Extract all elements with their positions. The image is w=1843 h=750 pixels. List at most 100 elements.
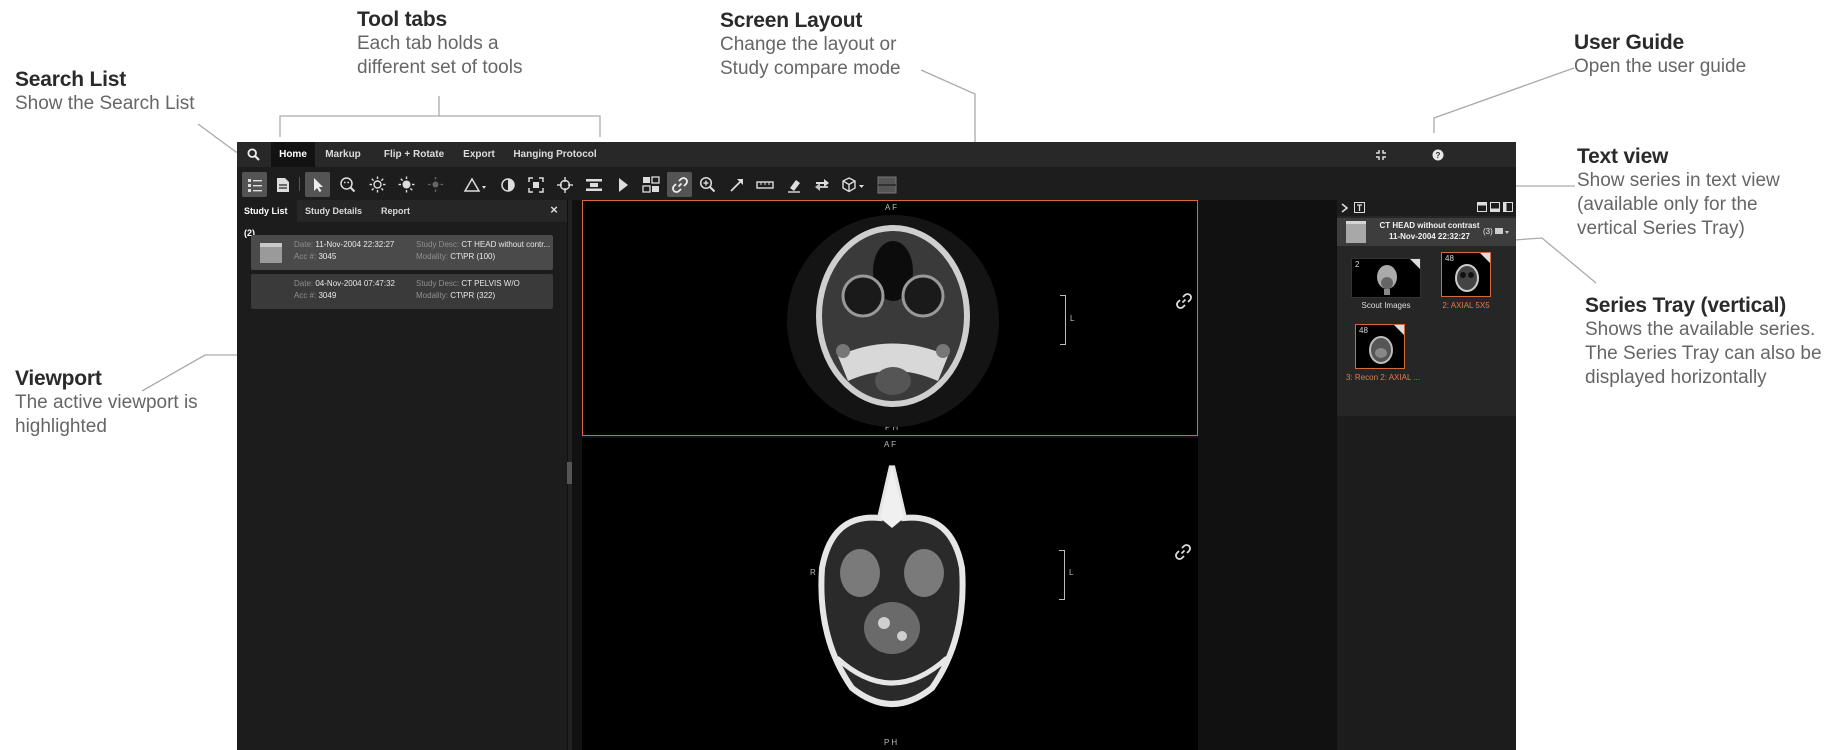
tab-home[interactable]: Home (271, 142, 315, 167)
window-level-preset-button[interactable] (423, 172, 448, 197)
screen-layout-button[interactable] (876, 172, 898, 197)
triangle-icon (463, 177, 486, 192)
series-label: 2: AXIAL 5X5 (1442, 301, 1490, 310)
link-series-button[interactable] (667, 172, 692, 197)
cine-play-button[interactable] (610, 172, 635, 197)
callout-title: Text view (1577, 145, 1669, 168)
3d-tool-dropdown[interactable] (838, 172, 868, 197)
fit-to-screen-button[interactable] (523, 172, 548, 197)
scout-skull-image (1377, 265, 1397, 295)
orientation-right: L (1070, 314, 1075, 323)
tray-vertical-layout-icon[interactable] (1503, 202, 1513, 212)
series-layout-button[interactable] (638, 172, 663, 197)
link-indicator-icon[interactable] (1176, 293, 1192, 309)
series-label: Scout Images (1361, 301, 1411, 310)
tray-bottom-layout-icon[interactable] (1490, 202, 1500, 212)
callout-desc: The Series Tray can also be (1585, 343, 1822, 364)
series-image-count: 48 (1359, 326, 1368, 335)
ruler-button[interactable] (752, 172, 777, 197)
magnify-face-icon (340, 177, 356, 193)
monitor-dropdown-icon[interactable] (1495, 227, 1509, 237)
callout-desc: Show series in text view (1577, 170, 1780, 191)
report-button[interactable] (270, 172, 295, 197)
brightness-icon (369, 176, 386, 193)
tab-hanging-protocol[interactable]: Hanging Protocol (510, 142, 600, 167)
arrow-annotation-button[interactable] (724, 172, 749, 197)
callout-viewport: Viewport The active viewport is highligh… (15, 366, 198, 439)
callout-user-guide: User Guide Open the user guide (1574, 30, 1746, 79)
eraser-button[interactable] (781, 172, 806, 197)
zoom-pan-tool-button[interactable] (335, 172, 360, 197)
study-thumbnail (260, 243, 282, 263)
study-list-toggle-button[interactable] (242, 172, 267, 197)
zoom-in-icon (699, 176, 716, 193)
text-view-icon[interactable] (1354, 202, 1365, 213)
series-corner-marker (1410, 259, 1420, 269)
axial-skull-thumb-image (1455, 264, 1479, 292)
study-date: Date: 04-Nov-2004 07:47:32 (294, 279, 395, 288)
orientation-bottom: P H (884, 738, 898, 747)
viewport[interactable]: A F P H R L (582, 438, 1198, 750)
study-card[interactable]: Date: 04-Nov-2004 07:47:32 Acc #: 3049 S… (251, 274, 553, 309)
crosshair-button[interactable] (552, 172, 577, 197)
pointer-tool-button[interactable] (305, 172, 330, 197)
study-thumbnail (260, 282, 282, 302)
tab-report[interactable]: Report (381, 200, 421, 222)
layout-icon (877, 176, 897, 193)
callout-desc: The active viewport is (15, 392, 198, 413)
callout-desc: Open the user guide (1574, 56, 1747, 77)
study-date: Date: 11-Nov-2004 22:32:27 (294, 240, 395, 249)
auto-window-level-button[interactable] (394, 172, 419, 197)
invert-icon (500, 177, 515, 192)
user-guide-button[interactable]: ? (1429, 146, 1447, 164)
callout-series-tray: Series Tray (vertical) Shows the availab… (1585, 293, 1822, 390)
tab-study-details[interactable]: Study Details (305, 200, 371, 222)
callout-title: Tool tabs (357, 8, 447, 31)
series-tray: CT HEAD without contrast 11-Nov-2004 22:3… (1337, 200, 1516, 750)
pointer-icon (313, 177, 323, 192)
close-panel-button[interactable]: × (547, 203, 561, 217)
orientation-top: A F (884, 440, 897, 449)
ct-brain-axial-image (818, 465, 966, 707)
tray-top-layout-icon[interactable] (1477, 202, 1487, 212)
invert-button[interactable] (495, 172, 520, 197)
svg-text:?: ? (1436, 151, 1441, 160)
tab-flip-rotate[interactable]: Flip + Rotate (380, 142, 448, 167)
study-desc: Study Desc: CT PELVIS W/O (416, 279, 520, 288)
window-level-button[interactable] (365, 172, 390, 197)
ct-skull-axial-image (787, 215, 999, 427)
study-card[interactable]: Date: 11-Nov-2004 22:32:27 Acc #: 3045 S… (251, 235, 553, 270)
tab-export[interactable]: Export (457, 142, 501, 167)
tray-series-count: (3) (1483, 227, 1493, 236)
chevron-right-icon[interactable] (1340, 203, 1349, 213)
study-desc: Study Desc: CT HEAD without contr... (416, 240, 551, 249)
viewport-active[interactable]: A F P H R L (582, 200, 1198, 436)
list-icon (247, 178, 262, 192)
series-thumbnail[interactable]: 48 (1355, 324, 1405, 369)
callout-title: Screen Layout (720, 9, 863, 32)
study-list-panel: Study List (2) Study Details Report × Da… (237, 200, 572, 750)
tab-study-list[interactable]: Study List (2) (237, 200, 297, 238)
swap-button[interactable] (809, 172, 834, 197)
document-icon (276, 177, 289, 192)
fit-screen-icon (527, 176, 544, 193)
reference-lines-button[interactable] (581, 172, 606, 197)
callout-desc: Shows the available series. (1585, 319, 1816, 340)
tray-study-row[interactable]: CT HEAD without contrast 11-Nov-2004 22:3… (1337, 218, 1516, 246)
series-thumbnail[interactable]: 2 (1351, 258, 1421, 298)
stack-icon (585, 178, 602, 191)
callout-title: Search List (15, 68, 127, 91)
study-modality: Modality: CT\PR (322) (416, 291, 496, 300)
search-list-button[interactable] (237, 142, 270, 167)
link-indicator-icon[interactable] (1175, 544, 1191, 560)
brightness-dim-icon (428, 177, 443, 192)
search-icon (247, 148, 260, 161)
splitter-handle[interactable] (567, 462, 572, 484)
study-panel-tabs: Study List (2) Study Details Report × (237, 200, 567, 238)
shape-tool-dropdown[interactable] (460, 172, 490, 197)
series-thumbnail-selected[interactable]: 48 (1441, 252, 1491, 297)
series-layout-icon (641, 176, 660, 193)
zoom-button[interactable] (695, 172, 720, 197)
tab-markup[interactable]: Markup (321, 142, 365, 167)
fullscreen-button[interactable] (1372, 146, 1390, 164)
